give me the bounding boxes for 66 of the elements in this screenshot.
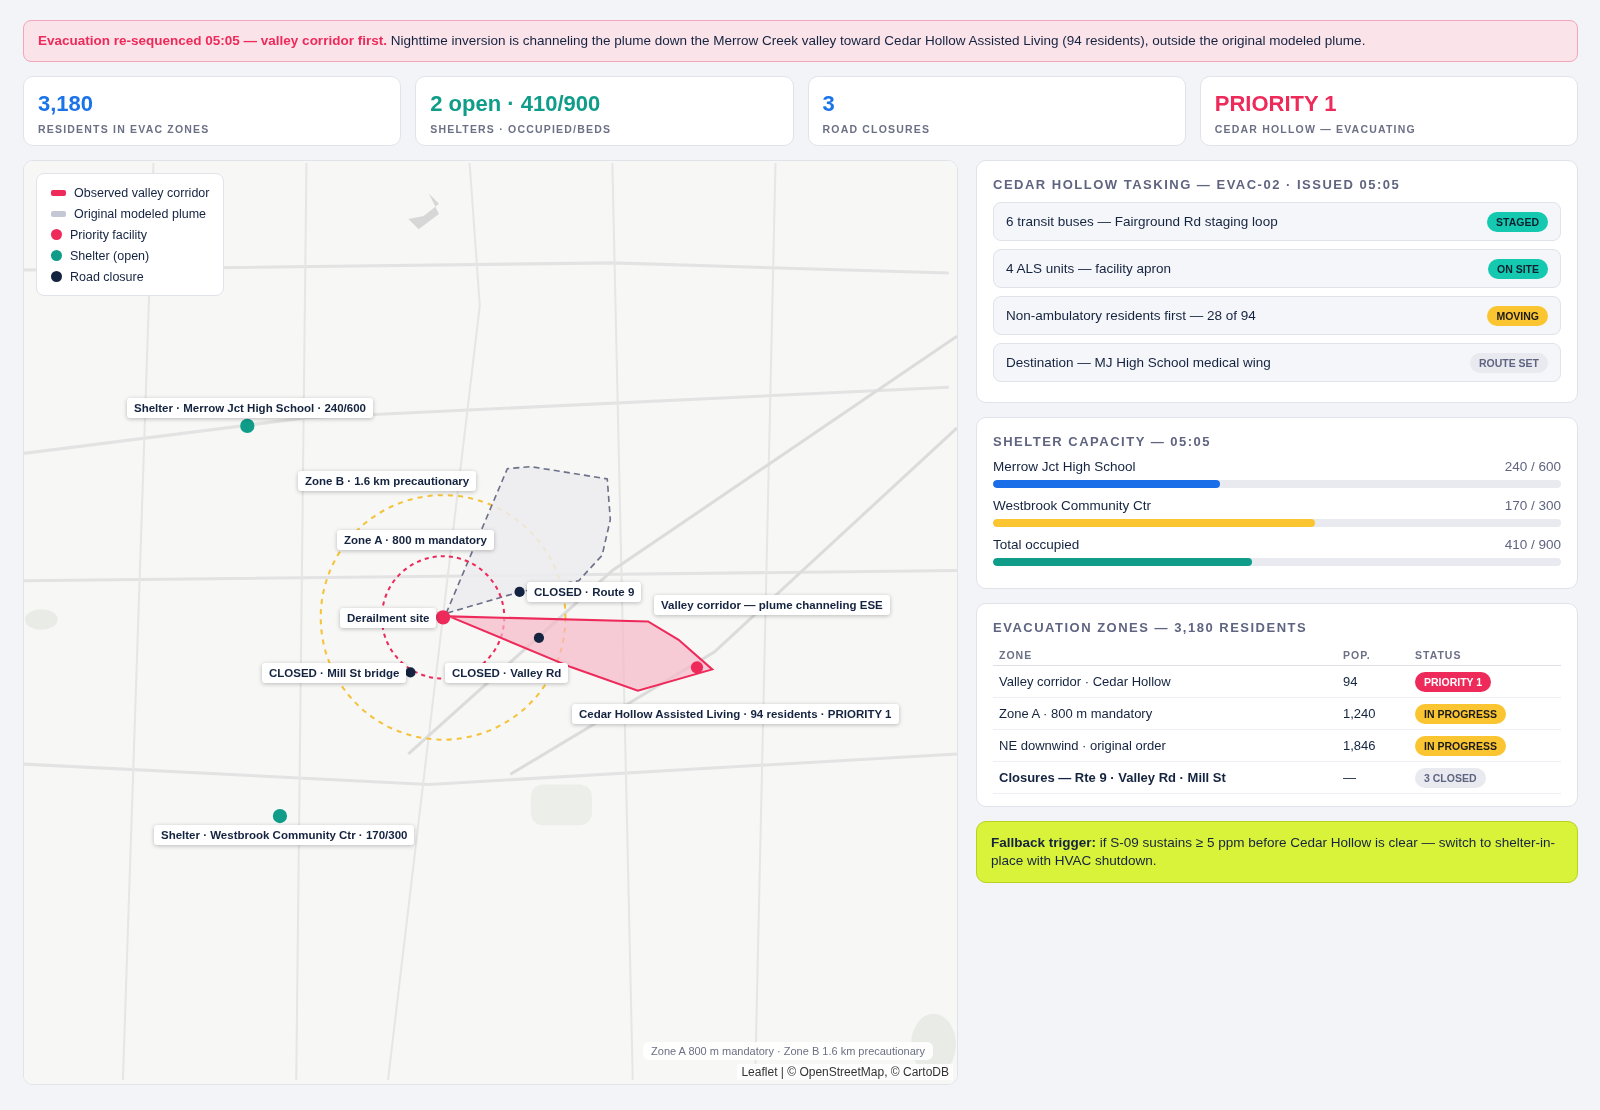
zone-label: Zone B · 1.6 km precautionary: [298, 471, 477, 491]
panel-title: CEDAR HOLLOW TASKING — EVAC-02 · ISSUED 05:05: [993, 177, 1402, 192]
population-cell: 1,240: [1337, 697, 1409, 730]
zone-label: Zone A · 800 m mandatory: [337, 530, 494, 550]
shelter-label: Shelter · Westbrook Community Ctr · 170/300: [154, 825, 415, 845]
facility-label: Cedar Hollow Assisted Living · 94 residents · PRIORITY 1: [572, 704, 899, 724]
legend-label: Road closure: [70, 269, 144, 284]
shelter-name: Total occupied: [993, 537, 1080, 552]
column-header: POP.: [1337, 645, 1409, 666]
legend-label: Observed valley corridor: [74, 185, 210, 200]
legend-label: Shelter (open): [70, 248, 150, 263]
status-badge: STAGED: [1487, 211, 1548, 232]
legend-label: Priority facility: [70, 227, 148, 242]
population-cell: —: [1337, 761, 1409, 794]
zone-note: Zone A 800 m mandatory · Zone B 1.6 km precautionary: [643, 1042, 933, 1060]
population-cell: 1,846: [1337, 729, 1409, 762]
closure-label: CLOSED · Valley Rd: [445, 663, 569, 683]
kpi-label: CEDAR HOLLOW — EVACUATING: [1214, 123, 1417, 135]
legend-label: Original modeled plume: [74, 206, 206, 221]
site-marker[interactable]: [435, 610, 451, 625]
kpi-label: RESIDENTS IN EVAC ZONES: [38, 123, 211, 135]
closure-label: CLOSED · Route 9: [527, 582, 642, 602]
closure-marker[interactable]: [514, 586, 525, 598]
closure-marker[interactable]: [405, 667, 416, 678]
shelter-name: Westbrook Community Ctr: [993, 498, 1152, 513]
column-header: STATUS: [1409, 645, 1561, 666]
shelter-label: Shelter · Merrow Jct High School · 240/600: [127, 398, 373, 418]
status-badge: ROUTE SET: [1469, 352, 1548, 373]
site-label: Derailment site: [340, 608, 437, 628]
corridor-label: Valley corridor — plume channeling ESE: [654, 595, 890, 615]
task-text: 4 ALS units — facility apron: [1006, 261, 1172, 276]
panel-title: EVACUATION ZONES — 3,180 RESIDENTS: [993, 620, 1309, 635]
shelter-marker[interactable]: [240, 418, 255, 433]
task-text: Destination — MJ High School medical wing: [1006, 355, 1271, 370]
capacity-reading: 170 / 300: [1504, 498, 1561, 513]
kpi-label: SHELTERS · OCCUPIED/BEDS: [430, 123, 613, 135]
kpi-value: 3: [822, 91, 836, 117]
closure-marker[interactable]: [533, 632, 545, 643]
kpi-value: PRIORITY 1: [1214, 91, 1338, 117]
task-text: 6 transit buses — Fairground Rd staging loop: [1006, 214, 1278, 229]
capacity-reading: 410 / 900: [1504, 537, 1561, 552]
status-badge: 3 CLOSED: [1415, 768, 1486, 788]
shelter-marker[interactable]: [272, 808, 288, 824]
alert-text: Evacuation re-sequenced 05:05 — valley corridor first. Nighttime inversion is channeling the plume down the Merrow Creek valley toward Cedar Hollow Assisted Living (94 residents), outside the original modeled plume.: [38, 33, 1366, 48]
task-text: Non-ambulatory residents first — 28 of 94: [1006, 308, 1256, 323]
column-header: ZONE: [993, 645, 1337, 666]
status-badge: ON SITE: [1488, 258, 1548, 279]
closure-label: CLOSED · Mill St bridge: [262, 663, 407, 683]
kpi-value: 3,180: [38, 91, 95, 117]
zone-cell: Closures — Rte 9 · Valley Rd · Mill St: [993, 761, 1337, 794]
panel-title: SHELTER CAPACITY — 05:05: [993, 434, 1213, 449]
kpi-value: 2 open · 410/900: [430, 91, 602, 117]
status-badge: IN PROGRESS: [1415, 704, 1506, 724]
zone-cell: Zone A · 800 m mandatory: [993, 697, 1337, 730]
status-badge: IN PROGRESS: [1415, 736, 1506, 756]
fallback-text: Fallback trigger: if S-09 sustains ≥ 5 ppm before Cedar Hollow is clear — switch to shelter-in-place with HVAC shutdown.: [991, 835, 1556, 869]
status-badge: PRIORITY 1: [1415, 672, 1492, 692]
population-cell: 94: [1337, 665, 1409, 698]
map-attribution[interactable]: Leaflet | © OpenStreetMap, © CartoDB: [737, 1064, 953, 1080]
facility-marker[interactable]: [690, 661, 704, 674]
kpi-label: ROAD CLOSURES: [822, 123, 932, 135]
zone-cell: Valley corridor · Cedar Hollow: [993, 665, 1337, 698]
zone-cell: NE downwind · original order: [993, 729, 1337, 762]
shelter-name: Merrow Jct High School: [993, 459, 1136, 474]
capacity-reading: 240 / 600: [1504, 459, 1561, 474]
status-badge: MOVING: [1487, 305, 1548, 326]
